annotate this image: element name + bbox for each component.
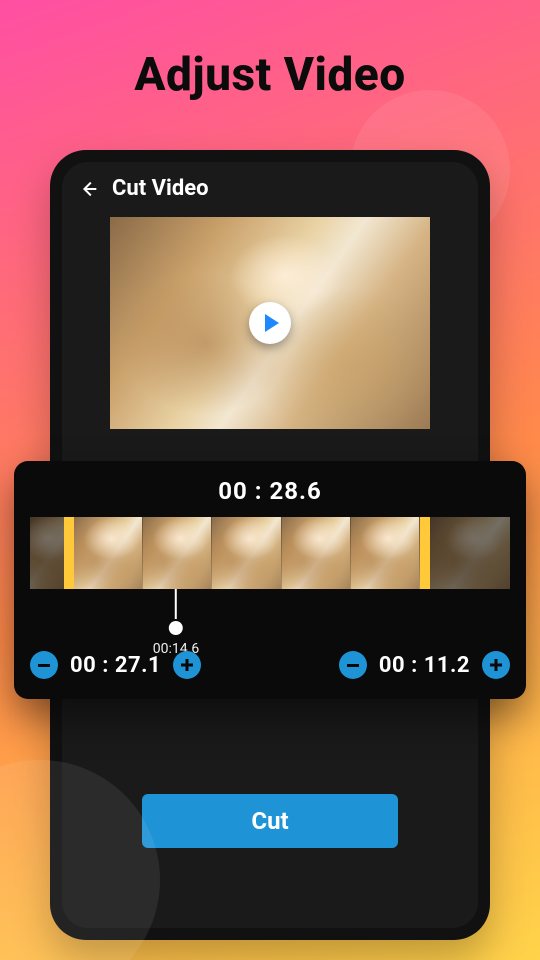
end-time: 00 : 11.2 — [379, 653, 470, 678]
end-time-controls: 00 : 11.2 — [339, 651, 510, 679]
end-minus-icon[interactable] — [339, 651, 367, 679]
timeline-thumb — [143, 517, 212, 589]
timeline-thumb — [74, 517, 143, 589]
timeline-thumb — [351, 517, 420, 589]
playhead-stem — [175, 589, 177, 623]
timeline-out-right — [430, 517, 510, 589]
trim-handle-left[interactable] — [64, 517, 74, 589]
start-time: 00 : 27.1 — [70, 653, 161, 678]
timeline-thumb — [282, 517, 351, 589]
timeline[interactable]: 00:14.6 — [30, 517, 510, 589]
total-duration: 00 : 28.6 — [30, 477, 510, 505]
trim-handle-right[interactable] — [420, 517, 430, 589]
timeline-thumb — [430, 517, 510, 589]
end-plus-icon[interactable] — [482, 651, 510, 679]
timeline-selection[interactable] — [74, 517, 420, 589]
app-bar: Cut Video — [62, 162, 478, 211]
timeline-thumb — [212, 517, 281, 589]
start-minus-icon[interactable] — [30, 651, 58, 679]
trim-controls: 00 : 27.1 00 : 11.2 — [30, 651, 510, 679]
start-plus-icon[interactable] — [173, 651, 201, 679]
promo-title: Adjust Video — [0, 0, 540, 102]
playhead[interactable]: 00:14.6 — [153, 589, 199, 657]
cut-panel: 00 : 28.6 00:14.6 00 : 27.1 — [14, 461, 526, 699]
promo-background: Adjust Video Cut Video Cut 00 : 28.6 — [0, 0, 540, 960]
timeline-thumb — [30, 517, 64, 589]
back-arrow-icon[interactable] — [78, 178, 100, 200]
video-preview — [110, 217, 430, 429]
timeline-out-left — [30, 517, 64, 589]
playhead-dot-icon — [169, 621, 183, 635]
start-time-controls: 00 : 27.1 — [30, 651, 201, 679]
play-icon[interactable] — [249, 302, 291, 344]
cut-button[interactable]: Cut — [142, 794, 398, 848]
app-bar-title: Cut Video — [112, 176, 209, 201]
